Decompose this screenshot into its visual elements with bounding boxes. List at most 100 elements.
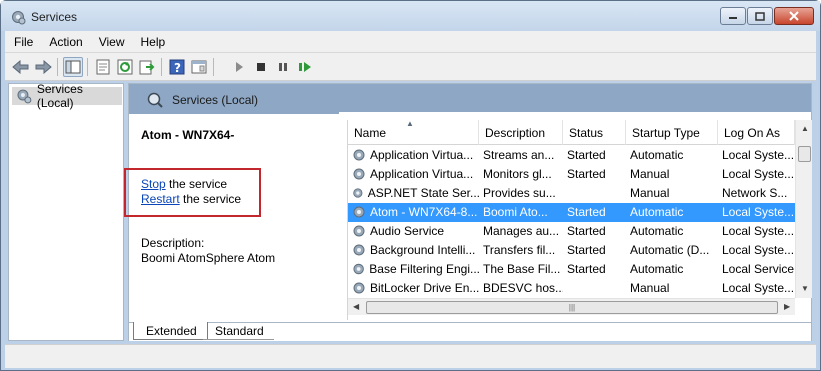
cell-description: Provides su... [483,186,556,200]
tab-extended[interactable]: Extended [133,322,208,340]
cell-description: Boomi Ato... [483,205,548,219]
minimize-icon [729,17,737,19]
tab-standard[interactable]: Standard [203,322,274,340]
cell-logon: Local Syste... [722,243,794,257]
cell-description: BDESVC hos... [483,281,563,295]
vertical-scroll-thumb[interactable] [798,146,811,162]
table-row[interactable]: Atom - WN7X64-8... Boomi Ato... Started Aut… [348,203,795,222]
refresh-button[interactable] [115,57,135,77]
service-gear-icon [353,244,365,256]
tree-item-services-local[interactable]: Services (Local) [12,82,122,110]
console-tree: Services (Local) [8,82,124,341]
column-header-status[interactable]: Status [563,120,626,145]
export-icon [139,60,155,75]
table-row[interactable]: Base Filtering Engi... The Base Fil... Sta… [348,260,795,279]
column-header-description[interactable]: Description [479,120,563,145]
back-icon [12,60,29,74]
refresh-icon [117,59,133,75]
help-icon: ? [169,59,185,75]
table-row[interactable]: Background Intelli... Transfers fil... Sta… [348,241,795,260]
column-header-name[interactable]: ▲ Name [348,120,479,145]
show-console-button[interactable] [189,57,209,77]
service-gear-icon [353,188,363,198]
scroll-right-icon[interactable]: ▶ [784,302,790,311]
menu-view[interactable]: View [90,35,132,49]
maximize-button[interactable] [747,7,773,25]
cell-name: ASP.NET State Ser... [352,186,480,200]
menu-file[interactable]: File [5,35,40,49]
menu-action[interactable]: Action [40,35,89,49]
cell-logon: Local Syste... [722,167,794,181]
status-bar [5,344,816,368]
pause-service-button[interactable] [273,57,293,77]
service-gear-icon [353,282,365,294]
table-row[interactable]: Audio Service Manages au... Started Automat… [348,222,795,241]
cell-description: Streams an... [483,148,555,162]
cell-name: Application Virtua... [352,148,480,162]
cell-name: Background Intelli... [352,243,480,257]
cell-description: Transfers fil... [483,243,556,257]
cell-name: Audio Service [352,224,480,238]
forward-button[interactable] [33,57,53,77]
cell-logon: Local Syste... [722,224,794,238]
table-row[interactable]: BitLocker Drive En... BDESVC hos... Manual… [348,279,795,296]
properties-button[interactable] [93,57,113,77]
cell-name: Application Virtua... [352,167,480,181]
forward-icon [35,60,52,74]
back-button[interactable] [11,57,31,77]
pane-header: Services (Local) [129,84,811,116]
minimize-button[interactable] [720,7,746,25]
cell-logon: Local Service [722,262,794,276]
table-row[interactable]: Application Virtua... Monitors gl... Start… [348,165,795,184]
highlight-box [124,168,261,217]
start-service-button[interactable] [229,57,249,77]
console-icon [191,60,207,74]
cell-startup: Manual [630,186,670,200]
export-list-button[interactable] [137,57,157,77]
help-button[interactable]: ? [167,57,187,77]
scroll-up-icon[interactable]: ▲ [801,124,809,133]
service-gear-icon [353,206,365,218]
window-controls [719,7,814,25]
cell-startup: Automatic [630,148,684,162]
vertical-scrollbar[interactable]: ▲ ▼ [795,120,812,298]
cell-logon: Local Syste... [722,148,794,162]
close-button[interactable] [774,7,814,25]
services-window: Services File Action View Help ? Service… [0,0,821,371]
service-name-text: Application Virtua... [370,148,474,162]
column-status-label: Status [569,126,604,140]
service-name-text: Background Intelli... [370,243,476,257]
cell-name: Atom - WN7X64-8... [352,205,480,219]
cell-startup: Manual [630,167,670,181]
title-bar[interactable]: Services [1,1,820,31]
menu-bar: File Action View Help [5,31,816,53]
table-row[interactable]: Application Virtua... Streams an... Starte… [348,146,795,165]
show-tree-icon [65,60,81,74]
services-search-icon [147,92,163,108]
show-tree-button[interactable] [63,57,83,77]
column-logon-label: Log On As [724,126,781,140]
description-value: Boomi AtomSphere Atom [141,251,276,265]
service-detail-panel: Atom - WN7X64- Stop the service Restart … [141,128,331,265]
scroll-left-icon[interactable]: ◀ [353,302,359,311]
table-row[interactable]: ASP.NET State Ser... Provides su... Manual… [348,184,795,203]
horizontal-scrollbar[interactable]: ◀ ||| ▶ [348,298,795,315]
service-name-text: Atom - WN7X64-8... [370,205,478,219]
cell-logon: Network S... [722,186,788,200]
scroll-down-icon[interactable]: ▼ [801,284,809,293]
cell-logon: Local Syste... [722,281,794,295]
services-table: ▲ Name Description Status Startup Type L… [347,120,812,320]
cell-startup: Manual [630,281,670,295]
pause-icon [279,63,287,71]
services-gear-icon [17,89,32,104]
restart-service-button[interactable] [295,57,315,77]
column-header-log-on-as[interactable]: Log On As [718,120,795,145]
stop-service-button[interactable] [251,57,271,77]
menu-help[interactable]: Help [132,35,173,49]
service-gear-icon [353,149,365,161]
column-header-startup-type[interactable]: Startup Type [626,120,718,145]
cell-description: Monitors gl... [483,167,552,181]
horizontal-scroll-thumb[interactable]: ||| [366,301,778,314]
close-icon [789,11,799,21]
toolbar: ? [5,53,816,81]
